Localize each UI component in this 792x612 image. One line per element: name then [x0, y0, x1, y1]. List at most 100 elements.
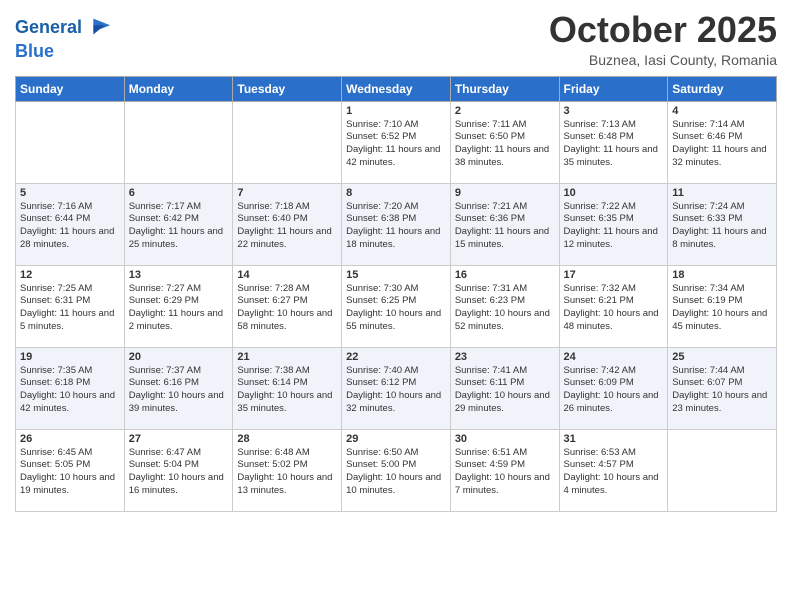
calendar-cell: 18 Sunrise: 7:34 AM Sunset: 6:19 PM Dayli…: [668, 265, 777, 347]
weekday-header-monday: Monday: [124, 76, 233, 101]
logo: General Blue: [15, 14, 112, 62]
calendar-cell: 23Sunrise: 7:41 AM Sunset: 6:11 PM Dayli…: [450, 347, 559, 429]
day-number: 14: [237, 269, 337, 281]
calendar-cell: 28 Sunrise: 6:48 AM Sunset: 5:02 PM Dayli…: [233, 429, 342, 511]
day-info: Sunrise: 7:16 AM Sunset: 6:44 PM Dayligh…: [20, 201, 120, 252]
calendar-cell: 27Sunrise: 6:47 AM Sunset: 5:04 PM Dayli…: [124, 429, 233, 511]
day-number: 30: [455, 433, 555, 445]
day-number: 6: [129, 187, 229, 199]
calendar-cell: 25Sunrise: 7:44 AM Sunset: 6:07 PM Dayli…: [668, 347, 777, 429]
calendar-cell: 6Sunrise: 7:17 AM Sunset: 6:42 PM Daylig…: [124, 183, 233, 265]
day-info: Sunrise: 7:38 AM Sunset: 6:14 PM Dayligh…: [237, 365, 337, 416]
day-number: 18: [672, 269, 772, 281]
calendar-cell: 4 Sunrise: 7:14 AM Sunset: 6:46 PM Daylig…: [668, 101, 777, 183]
day-number: 22: [346, 351, 446, 363]
calendar-cell: 19 Sunrise: 7:35 AM Sunset: 6:18 PM Dayli…: [16, 347, 125, 429]
day-number: 31: [564, 433, 664, 445]
weekday-header-sunday: Sunday: [16, 76, 125, 101]
week-row-4: 19 Sunrise: 7:35 AM Sunset: 6:18 PM Dayli…: [16, 347, 777, 429]
calendar-cell: 29 Sunrise: 6:50 AM Sunset: 5:00 PM Dayli…: [342, 429, 451, 511]
day-info: Sunrise: 7:24 AM Sunset: 6:33 PM Dayligh…: [672, 201, 772, 252]
day-info: Sunrise: 6:45 AM Sunset: 5:05 PM Dayligh…: [20, 447, 120, 498]
calendar-cell: 7Sunrise: 7:18 AM Sunset: 6:40 PM Daylig…: [233, 183, 342, 265]
day-info: Sunrise: 7:35 AM Sunset: 6:18 PM Dayligh…: [20, 365, 120, 416]
day-number: 16: [455, 269, 555, 281]
day-number: 23: [455, 351, 555, 363]
day-info: Sunrise: 7:20 AM Sunset: 6:38 PM Dayligh…: [346, 201, 446, 252]
day-info: Sunrise: 7:37 AM Sunset: 6:16 PM Dayligh…: [129, 365, 229, 416]
calendar-cell: 2 Sunrise: 7:11 AM Sunset: 6:50 PM Daylig…: [450, 101, 559, 183]
day-info: Sunrise: 7:27 AM Sunset: 6:29 PM Dayligh…: [129, 283, 229, 334]
day-number: 28: [237, 433, 337, 445]
day-info: Sunrise: 7:31 AM Sunset: 6:23 PM Dayligh…: [455, 283, 555, 334]
calendar-cell: 26 Sunrise: 6:45 AM Sunset: 5:05 PM Dayli…: [16, 429, 125, 511]
day-info: Sunrise: 6:48 AM Sunset: 5:02 PM Dayligh…: [237, 447, 337, 498]
header: General Blue October 2025 Buznea, Iasi C…: [15, 10, 777, 68]
week-row-3: 12 Sunrise: 7:25 AM Sunset: 6:31 PM Dayli…: [16, 265, 777, 347]
day-info: Sunrise: 7:11 AM Sunset: 6:50 PM Dayligh…: [455, 119, 555, 170]
location: Buznea, Iasi County, Romania: [549, 52, 777, 68]
calendar-cell: 20 Sunrise: 7:37 AM Sunset: 6:16 PM Dayli…: [124, 347, 233, 429]
day-info: Sunrise: 6:47 AM Sunset: 5:04 PM Dayligh…: [129, 447, 229, 498]
day-info: Sunrise: 7:14 AM Sunset: 6:46 PM Dayligh…: [672, 119, 772, 170]
calendar-cell: 14Sunrise: 7:28 AM Sunset: 6:27 PM Dayli…: [233, 265, 342, 347]
day-info: Sunrise: 7:22 AM Sunset: 6:35 PM Dayligh…: [564, 201, 664, 252]
day-number: 20: [129, 351, 229, 363]
day-info: Sunrise: 7:25 AM Sunset: 6:31 PM Dayligh…: [20, 283, 120, 334]
day-info: Sunrise: 6:50 AM Sunset: 5:00 PM Dayligh…: [346, 447, 446, 498]
weekday-header-row: SundayMondayTuesdayWednesdayThursdayFrid…: [16, 76, 777, 101]
calendar-page: General Blue October 2025 Buznea, Iasi C…: [0, 0, 792, 612]
day-info: Sunrise: 7:10 AM Sunset: 6:52 PM Dayligh…: [346, 119, 446, 170]
weekday-header-thursday: Thursday: [450, 76, 559, 101]
day-info: Sunrise: 6:53 AM Sunset: 4:57 PM Dayligh…: [564, 447, 664, 498]
day-info: Sunrise: 7:42 AM Sunset: 6:09 PM Dayligh…: [564, 365, 664, 416]
calendar-table: SundayMondayTuesdayWednesdayThursdayFrid…: [15, 76, 777, 512]
calendar-cell: 9 Sunrise: 7:21 AM Sunset: 6:36 PM Daylig…: [450, 183, 559, 265]
month-title: October 2025: [549, 10, 777, 50]
day-number: 2: [455, 105, 555, 117]
calendar-cell: 31 Sunrise: 6:53 AM Sunset: 4:57 PM Dayli…: [559, 429, 668, 511]
weekday-header-friday: Friday: [559, 76, 668, 101]
day-number: 17: [564, 269, 664, 281]
calendar-cell: [668, 429, 777, 511]
day-number: 1: [346, 105, 446, 117]
day-number: 8: [346, 187, 446, 199]
calendar-cell: [16, 101, 125, 183]
calendar-cell: 15 Sunrise: 7:30 AM Sunset: 6:25 PM Dayli…: [342, 265, 451, 347]
day-info: Sunrise: 7:32 AM Sunset: 6:21 PM Dayligh…: [564, 283, 664, 334]
day-number: 9: [455, 187, 555, 199]
day-info: Sunrise: 7:40 AM Sunset: 6:12 PM Dayligh…: [346, 365, 446, 416]
day-info: Sunrise: 7:30 AM Sunset: 6:25 PM Dayligh…: [346, 283, 446, 334]
calendar-cell: 24Sunrise: 7:42 AM Sunset: 6:09 PM Dayli…: [559, 347, 668, 429]
week-row-5: 26 Sunrise: 6:45 AM Sunset: 5:05 PM Dayli…: [16, 429, 777, 511]
calendar-cell: 3Sunrise: 7:13 AM Sunset: 6:48 PM Daylig…: [559, 101, 668, 183]
day-number: 10: [564, 187, 664, 199]
day-number: 29: [346, 433, 446, 445]
day-number: 5: [20, 187, 120, 199]
day-number: 19: [20, 351, 120, 363]
day-number: 15: [346, 269, 446, 281]
calendar-cell: [233, 101, 342, 183]
calendar-cell: 11 Sunrise: 7:24 AM Sunset: 6:33 PM Dayli…: [668, 183, 777, 265]
calendar-cell: 5 Sunrise: 7:16 AM Sunset: 6:44 PM Daylig…: [16, 183, 125, 265]
logo-blue: Blue: [15, 42, 112, 62]
calendar-cell: 30Sunrise: 6:51 AM Sunset: 4:59 PM Dayli…: [450, 429, 559, 511]
calendar-cell: 8 Sunrise: 7:20 AM Sunset: 6:38 PM Daylig…: [342, 183, 451, 265]
day-info: Sunrise: 7:21 AM Sunset: 6:36 PM Dayligh…: [455, 201, 555, 252]
calendar-cell: 22 Sunrise: 7:40 AM Sunset: 6:12 PM Dayli…: [342, 347, 451, 429]
calendar-cell: 13Sunrise: 7:27 AM Sunset: 6:29 PM Dayli…: [124, 265, 233, 347]
day-number: 26: [20, 433, 120, 445]
day-number: 12: [20, 269, 120, 281]
day-number: 3: [564, 105, 664, 117]
calendar-cell: 17 Sunrise: 7:32 AM Sunset: 6:21 PM Dayli…: [559, 265, 668, 347]
day-number: 4: [672, 105, 772, 117]
day-info: Sunrise: 7:34 AM Sunset: 6:19 PM Dayligh…: [672, 283, 772, 334]
day-number: 11: [672, 187, 772, 199]
week-row-2: 5 Sunrise: 7:16 AM Sunset: 6:44 PM Daylig…: [16, 183, 777, 265]
logo-icon: [84, 14, 112, 42]
weekday-header-saturday: Saturday: [668, 76, 777, 101]
calendar-cell: 1 Sunrise: 7:10 AM Sunset: 6:52 PM Daylig…: [342, 101, 451, 183]
calendar-cell: 21Sunrise: 7:38 AM Sunset: 6:14 PM Dayli…: [233, 347, 342, 429]
calendar-cell: 16 Sunrise: 7:31 AM Sunset: 6:23 PM Dayli…: [450, 265, 559, 347]
title-block: October 2025 Buznea, Iasi County, Romani…: [549, 10, 777, 68]
